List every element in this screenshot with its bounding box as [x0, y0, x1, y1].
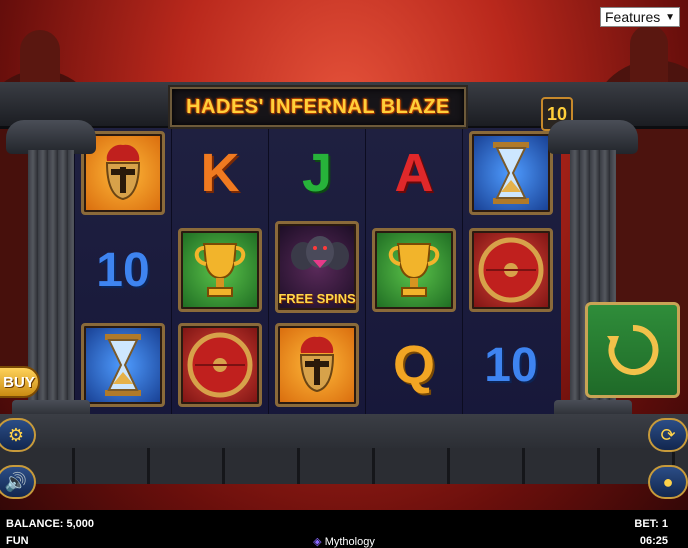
category-label: Mythology: [324, 536, 375, 548]
ten-symbol: 10: [81, 228, 165, 312]
game-title: HADES' INFERNAL BLAZE: [186, 95, 450, 118]
clock: 06:25: [639, 535, 668, 547]
trophy-symbol: [372, 228, 456, 312]
bet-coins-button[interactable]: ●: [648, 465, 688, 499]
k-symbol-label: K: [200, 143, 240, 203]
spin-button[interactable]: [585, 302, 680, 398]
j-symbol-label: J: [301, 143, 333, 203]
hourglass-symbol: [469, 131, 553, 215]
reel-4: A Q: [365, 128, 462, 416]
free-spins-scatter-symbol: FREE SPINS: [275, 221, 359, 313]
hourglass-icon: [493, 142, 529, 204]
helmet-icon: [105, 144, 141, 201]
settings-button[interactable]: ⚙: [0, 418, 36, 452]
reel-grid: 10 K J FREE SPINS A Q 10: [74, 128, 561, 416]
sound-button[interactable]: 🔊: [0, 465, 36, 499]
j-symbol: J: [275, 131, 359, 215]
features-label: Features: [605, 9, 661, 25]
chevron-down-icon: ▼: [665, 11, 675, 23]
free-spins-label: FREE SPINS: [278, 291, 356, 306]
ten-symbol: 10: [469, 323, 553, 407]
hourglass-icon: [105, 334, 141, 396]
bet-readout: BET: 1: [634, 518, 668, 530]
hourglass-symbol: [81, 323, 165, 407]
autoplay-button[interactable]: ⟳: [648, 418, 688, 452]
helmet-symbol: [275, 323, 359, 407]
reel-3: J FREE SPINS: [268, 128, 365, 416]
coins-icon: ●: [662, 471, 674, 492]
trophy-icon: [194, 243, 246, 297]
ten-symbol-label: 10: [484, 338, 538, 392]
shield-symbol: [469, 228, 553, 312]
cerberus-icon: [291, 236, 349, 270]
ten-symbol-label: 10: [96, 243, 150, 297]
reel-5: 10: [462, 128, 561, 416]
speaker-icon: 🔊: [4, 471, 28, 492]
category-icon: ◈: [313, 536, 322, 548]
gear-icon: ⚙: [7, 424, 25, 445]
helmet-icon: [299, 336, 335, 393]
game-scene: Features ▼ 10 K J FREE SPINS A Q 10 HADE…: [0, 0, 688, 548]
k-symbol: K: [178, 131, 262, 215]
shield-icon: [478, 237, 544, 303]
a-symbol: A: [372, 131, 456, 215]
autoplay-icon: ⟳: [660, 424, 676, 445]
game-title-plate: HADES' INFERNAL BLAZE: [170, 87, 466, 127]
shield-symbol: [178, 323, 262, 407]
game-category: ◈ Mythology: [0, 535, 688, 548]
features-dropdown[interactable]: Features ▼: [600, 7, 680, 27]
buy-feature-button[interactable]: BUY: [0, 366, 40, 398]
temple-steps: [0, 448, 688, 484]
a-symbol-label: A: [394, 143, 434, 203]
trophy-symbol: [178, 228, 262, 312]
reel-2: K: [171, 128, 268, 416]
trophy-icon: [388, 243, 440, 297]
status-bar: BALANCE: 5,000 FUN ◈ Mythology BET: 1 06…: [0, 510, 688, 548]
shield-icon: [187, 332, 253, 398]
balance-readout: BALANCE: 5,000: [6, 518, 95, 530]
reel-1: 10: [74, 128, 171, 416]
buy-label: BUY: [3, 373, 35, 391]
spin-arrow-icon: [606, 324, 658, 375]
q-symbol: Q: [372, 323, 456, 407]
q-symbol-label: Q: [392, 335, 435, 395]
